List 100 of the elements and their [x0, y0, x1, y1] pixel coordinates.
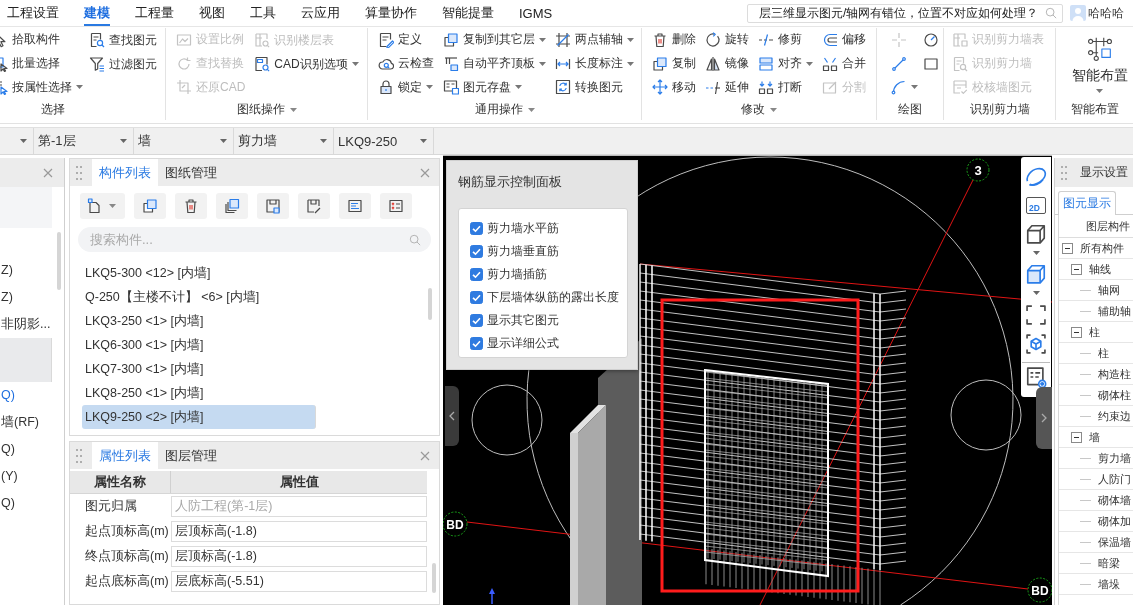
ribbon-button[interactable]: CAD识别选项 — [254, 52, 359, 76]
panel-tab[interactable]: 图元显示 — [1058, 191, 1116, 215]
ribbon-button[interactable]: 打断 — [758, 75, 813, 99]
group-label[interactable]: 智能布置 — [1070, 100, 1119, 118]
menu-tab[interactable]: 工程设置 — [7, 0, 59, 26]
ribbon-button[interactable]: 对齐 — [758, 51, 813, 76]
checkbox-label[interactable]: 显示详细公式 — [487, 335, 559, 352]
ribbon-button[interactable]: 复制到其它层 — [443, 28, 546, 52]
scrollbar-thumb[interactable] — [428, 288, 432, 320]
toolbar-button[interactable] — [339, 193, 371, 219]
panel-tab[interactable]: 属性列表 — [92, 442, 158, 469]
minus-box-icon[interactable] — [1071, 431, 1082, 443]
ribbon-button[interactable]: 批量选择 — [0, 51, 83, 76]
panel-tab[interactable]: 图纸管理 — [158, 159, 224, 186]
tree-item[interactable]: 砌体柱 — [1098, 387, 1131, 403]
minus-box-icon[interactable] — [1071, 263, 1082, 275]
list-item[interactable]: Q) — [0, 436, 64, 463]
ribbon-button[interactable]: 删除 — [652, 28, 696, 52]
checkbox[interactable] — [470, 337, 483, 350]
checkbox-label[interactable]: 剪力墙插筋 — [487, 266, 547, 283]
ribbon-button[interactable]: 自动平齐顶板 — [443, 51, 546, 76]
tree-item[interactable]: 轴线 — [1089, 261, 1111, 277]
ribbon-button[interactable]: 拾取构件 — [0, 28, 83, 52]
view-2d-button[interactable]: 2D — [1026, 197, 1046, 214]
tree-item[interactable]: 所有构件 — [1080, 240, 1124, 256]
menu-tab[interactable]: 云应用 — [301, 0, 340, 26]
ribbon-button[interactable]: 长度标注 — [555, 51, 634, 76]
toolbar-button[interactable] — [175, 193, 207, 219]
ribbon-button[interactable]: 修剪 — [758, 28, 813, 52]
ribbon-button[interactable]: 定义 — [378, 28, 434, 52]
checkbox[interactable] — [470, 291, 483, 304]
tree-item[interactable]: 柱 — [1089, 324, 1100, 340]
tree-item[interactable]: 保温墙 — [1098, 534, 1131, 550]
checkbox-label[interactable]: 剪力墙垂直筋 — [487, 243, 559, 260]
ribbon-button[interactable]: 云检查 — [378, 51, 434, 76]
new-button[interactable] — [80, 193, 125, 219]
viewport-3d[interactable]: 3 BD BD 钢筋显示控制面板 剪力墙水平筋 剪力墙垂直筋 剪力墙插筋 下层墙体纵筋的露出长度 显示其它图元 显示详细公式 2D — [443, 155, 1052, 605]
list-item[interactable]: Q) — [0, 382, 64, 409]
ribbon-button[interactable]: 锁定 — [378, 75, 434, 99]
list-item[interactable]: LKQ8-250 <1> [内墙] — [82, 381, 316, 405]
list-item[interactable]: Z) — [0, 257, 64, 284]
panel-tab[interactable]: 图层管理 — [158, 442, 224, 469]
ribbon-button[interactable]: 查找图元 — [89, 28, 157, 52]
menu-tab[interactable]: 智能提量 — [442, 0, 494, 26]
tree-item[interactable]: 约束边 — [1098, 408, 1131, 424]
checkbox-label[interactable]: 显示其它图元 — [487, 312, 559, 329]
ribbon-button[interactable]: 旋转 — [705, 28, 749, 52]
panel-tab[interactable]: 构件列表 — [92, 159, 158, 186]
checkbox[interactable] — [470, 245, 483, 258]
ribbon-button[interactable]: 镜像 — [705, 51, 749, 76]
ribbon-button[interactable]: 图元存盘 — [443, 75, 546, 99]
toolbar-button[interactable] — [134, 193, 166, 219]
drag-handle-icon[interactable] — [76, 165, 82, 180]
ribbon-button[interactable]: 按属性选择 — [0, 75, 83, 99]
list-item[interactable]: LKQ9-250 <2> [内墙] — [82, 405, 316, 429]
list-item[interactable]: LKQ3-250 <1> [内墙] — [82, 309, 316, 333]
menu-tab[interactable]: 视图 — [199, 0, 225, 26]
tree-item[interactable]: 砌体墙 — [1098, 492, 1131, 508]
group-label[interactable]: 图纸操作 — [236, 101, 297, 118]
list-item[interactable]: Z) — [0, 284, 64, 311]
list-item[interactable]: Q-250【主楼不计】 <6> [内墙] — [82, 285, 316, 309]
ribbon-button[interactable]: 延伸 — [705, 75, 749, 99]
tree-item[interactable]: 轴网 — [1098, 282, 1120, 298]
property-value-field[interactable]: 层顶标高(-1.8) — [171, 546, 427, 567]
list-item[interactable]: LKQ5-300 <12> [内墙] — [82, 261, 316, 285]
group-label[interactable]: 识别剪力墙 — [969, 101, 1030, 118]
checkbox[interactable] — [470, 268, 483, 281]
menu-tab[interactable]: IGMS — [519, 0, 553, 26]
list-item[interactable]: LKQ6-300 <1> [内墙] — [82, 333, 316, 357]
menu-tab[interactable]: 工程量 — [135, 0, 174, 26]
scrollbar-thumb[interactable] — [432, 563, 436, 593]
menu-tab[interactable]: 工具 — [250, 0, 276, 26]
dropdown[interactable]: 第-1层 — [34, 128, 134, 154]
menu-tab[interactable]: 算量协作 — [365, 0, 417, 26]
tree-item[interactable]: 墙 — [1089, 429, 1100, 445]
minus-box-icon[interactable] — [1071, 326, 1082, 338]
ribbon-button[interactable]: 合并 — [822, 51, 866, 76]
group-label[interactable]: 修改 — [741, 101, 777, 118]
tree-item[interactable]: 柱 — [1098, 345, 1109, 361]
list-item[interactable]: 墙(RF) — [0, 409, 64, 436]
ribbon-button[interactable]: 移动 — [652, 75, 696, 99]
tree-item[interactable]: 人防门 — [1098, 471, 1131, 487]
tree-item[interactable]: 暗梁 — [1098, 555, 1120, 571]
close-icon[interactable] — [43, 167, 53, 178]
property-value-field[interactable]: 层底标高(-5.51) — [171, 571, 427, 592]
checkbox[interactable] — [470, 222, 483, 235]
dropdown[interactable]: 墙 — [134, 128, 234, 154]
checkbox[interactable] — [470, 314, 483, 327]
close-icon[interactable] — [420, 450, 430, 461]
ribbon-button[interactable]: 两点辅轴 — [555, 28, 634, 52]
drag-handle-icon[interactable] — [1061, 165, 1067, 180]
search-field[interactable]: 层三维显示图元/轴网有错位，位置不对应如何处理？ — [747, 3, 1063, 23]
collapse-handle[interactable] — [445, 386, 459, 446]
user-name[interactable]: 哈哈哈 — [1088, 4, 1124, 22]
toolbar-button[interactable] — [380, 193, 412, 219]
menu-tab[interactable]: 建模 — [84, 0, 110, 26]
tree-item[interactable]: 墙垛 — [1098, 576, 1120, 592]
tree-item[interactable]: 辅助轴 — [1098, 303, 1131, 319]
group-label[interactable]: 通用操作 — [474, 101, 535, 118]
ribbon-button[interactable]: 偏移 — [822, 28, 866, 52]
